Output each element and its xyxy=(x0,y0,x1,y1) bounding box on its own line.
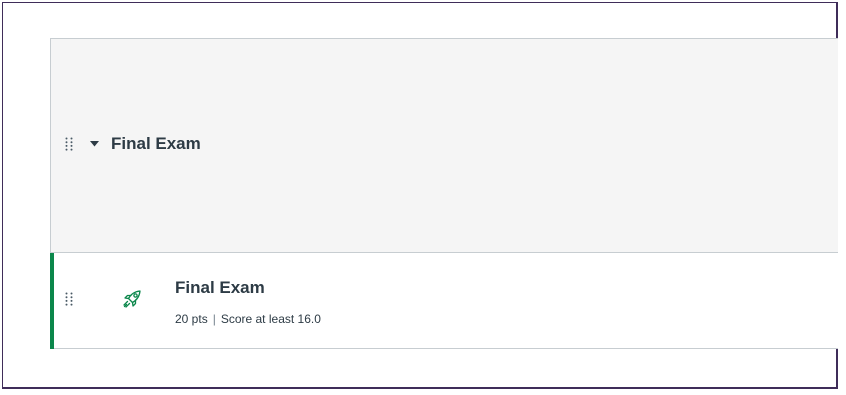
item-requirement: Score at least 16.0 xyxy=(220,312,321,326)
published-indicator xyxy=(50,253,54,349)
item-details: 20 pts | Score at least 16.0 xyxy=(175,312,321,326)
module-title[interactable]: Final Exam xyxy=(111,134,201,154)
module-item-row[interactable] xyxy=(50,253,838,349)
item-title[interactable]: Final Exam xyxy=(175,278,265,298)
quiz-rocket-icon xyxy=(121,288,143,310)
details-separator: | xyxy=(212,312,216,326)
drag-handle-icon[interactable] xyxy=(65,292,73,306)
caret-down-icon[interactable] xyxy=(90,141,99,147)
item-points: 20 pts xyxy=(175,312,208,326)
drag-handle-icon[interactable] xyxy=(65,137,73,151)
